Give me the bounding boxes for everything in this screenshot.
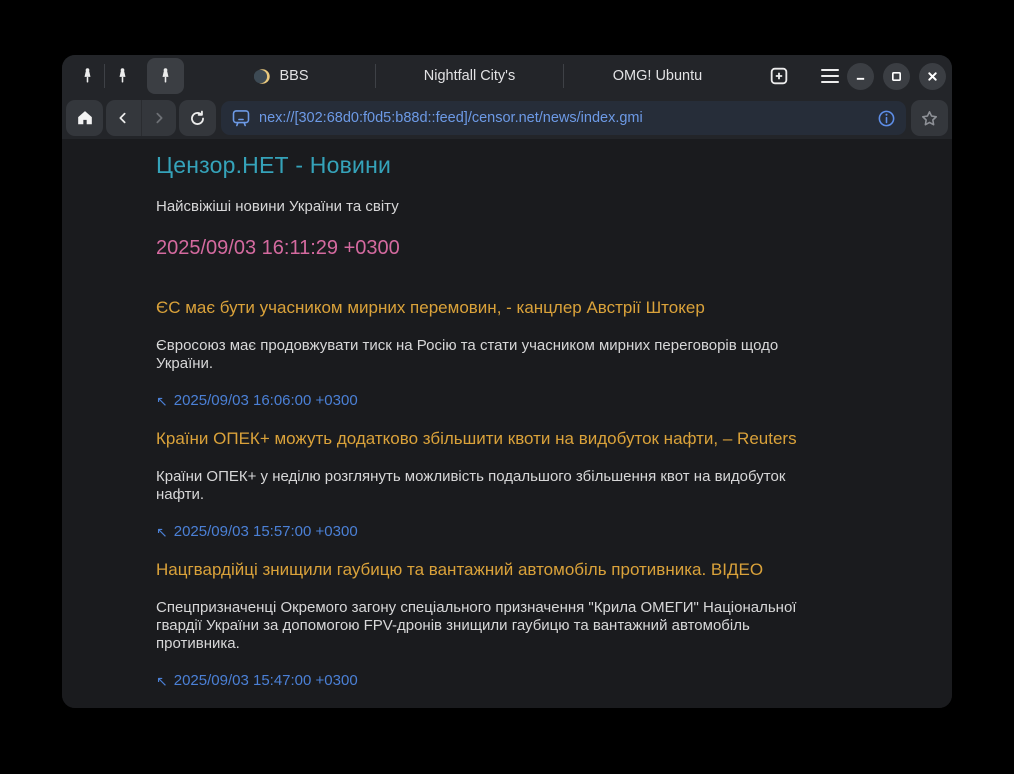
moon-icon xyxy=(254,68,271,85)
star-icon xyxy=(920,109,939,128)
url-text[interactable]: nex://[302:68d0:f0d5:b88d::feed]/censor.… xyxy=(259,110,869,126)
article-link[interactable]: ↖ 2025/09/03 15:47:00 +0300 xyxy=(156,672,856,689)
updated-timestamp-heading: 2025/09/03 16:11:29 +0300 xyxy=(156,237,856,260)
home-button[interactable] xyxy=(66,100,103,136)
minimize-button[interactable] xyxy=(847,63,874,90)
link-arrow-icon: ↖ xyxy=(156,674,168,688)
maximize-button[interactable] xyxy=(883,63,910,90)
article-item: Країни ОПЕК+ можуть додатково збільшити … xyxy=(156,429,856,540)
article-summary: Спецпризначенці Окремого загону спеціаль… xyxy=(156,599,826,653)
link-arrow-icon: ↖ xyxy=(156,394,168,408)
close-icon xyxy=(927,71,938,82)
tab-omg-ubuntu[interactable]: OMG! Ubuntu xyxy=(564,55,751,97)
link-arrow-icon: ↖ xyxy=(156,525,168,539)
pushpin-icon xyxy=(79,67,96,86)
tab-bar: BBS Nightfall City's OMG! Ubuntu xyxy=(62,55,952,97)
pushpin-icon xyxy=(114,67,131,86)
close-button[interactable] xyxy=(919,63,946,90)
home-icon xyxy=(75,108,95,128)
window-controls xyxy=(847,63,946,90)
tab-nightfall-citys[interactable]: Nightfall City's xyxy=(376,55,563,97)
history-nav-group xyxy=(106,100,176,136)
article-link-label: 2025/09/03 15:47:00 +0300 xyxy=(174,672,358,689)
article-title: Нацгвардійці знищили гаубицю та вантажни… xyxy=(156,560,856,580)
article-title: ЄС має бути учасником мирних перемовин, … xyxy=(156,298,856,318)
navigation-bar: nex://[302:68d0:f0d5:b88d::feed]/censor.… xyxy=(62,97,952,139)
reload-icon xyxy=(188,109,207,128)
pushpin-icon xyxy=(157,67,174,86)
page-info-icon[interactable] xyxy=(877,109,896,128)
article-item: ЄС має бути учасником мирних перемовин, … xyxy=(156,298,856,409)
tab-label: BBS xyxy=(279,68,308,84)
reload-button[interactable] xyxy=(179,100,216,136)
nex-protocol-monitor-icon xyxy=(231,108,251,128)
new-tab-button[interactable] xyxy=(759,59,799,93)
page-title: Цензор.НЕТ - Новини xyxy=(156,152,856,179)
bookmark-star-button[interactable] xyxy=(911,100,948,136)
article-link-label: 2025/09/03 16:06:00 +0300 xyxy=(174,392,358,409)
page-subtitle: Найсвіжіші новини України та світу xyxy=(156,198,856,215)
plus-square-icon xyxy=(768,65,790,87)
pinned-tab-1[interactable] xyxy=(70,59,104,93)
article-link[interactable]: ↖ 2025/09/03 16:06:00 +0300 xyxy=(156,392,856,409)
pinned-tab-2[interactable] xyxy=(105,59,139,93)
article-item: Нацгвардійці знищили гаубицю та вантажни… xyxy=(156,560,856,689)
tab-bbs[interactable]: BBS xyxy=(188,55,375,97)
pinned-tab-3[interactable] xyxy=(147,58,184,94)
article-link[interactable]: ↖ 2025/09/03 15:57:00 +0300 xyxy=(156,523,856,540)
url-bar[interactable]: nex://[302:68d0:f0d5:b88d::feed]/censor.… xyxy=(221,101,906,135)
article-link-label: 2025/09/03 15:57:00 +0300 xyxy=(174,523,358,540)
forward-button[interactable] xyxy=(141,100,176,136)
hamburger-icon xyxy=(821,69,839,84)
tab-label: OMG! Ubuntu xyxy=(613,68,702,84)
tab-label: Nightfall City's xyxy=(424,68,515,84)
article-summary: Країни ОПЕК+ у неділю розглянуть можливі… xyxy=(156,468,826,504)
article-title: Країни ОПЕК+ можуть додатково збільшити … xyxy=(156,429,856,449)
back-button[interactable] xyxy=(106,100,141,136)
browser-window: BBS Nightfall City's OMG! Ubuntu xyxy=(62,55,952,708)
minimize-icon xyxy=(855,71,866,82)
article-summary: Євросоюз має продовжувати тиск на Росію … xyxy=(156,337,826,373)
maximize-icon xyxy=(891,71,902,82)
page-content: Цензор.НЕТ - Новини Найсвіжіші новини Ук… xyxy=(62,139,952,708)
menu-button[interactable] xyxy=(813,59,847,93)
